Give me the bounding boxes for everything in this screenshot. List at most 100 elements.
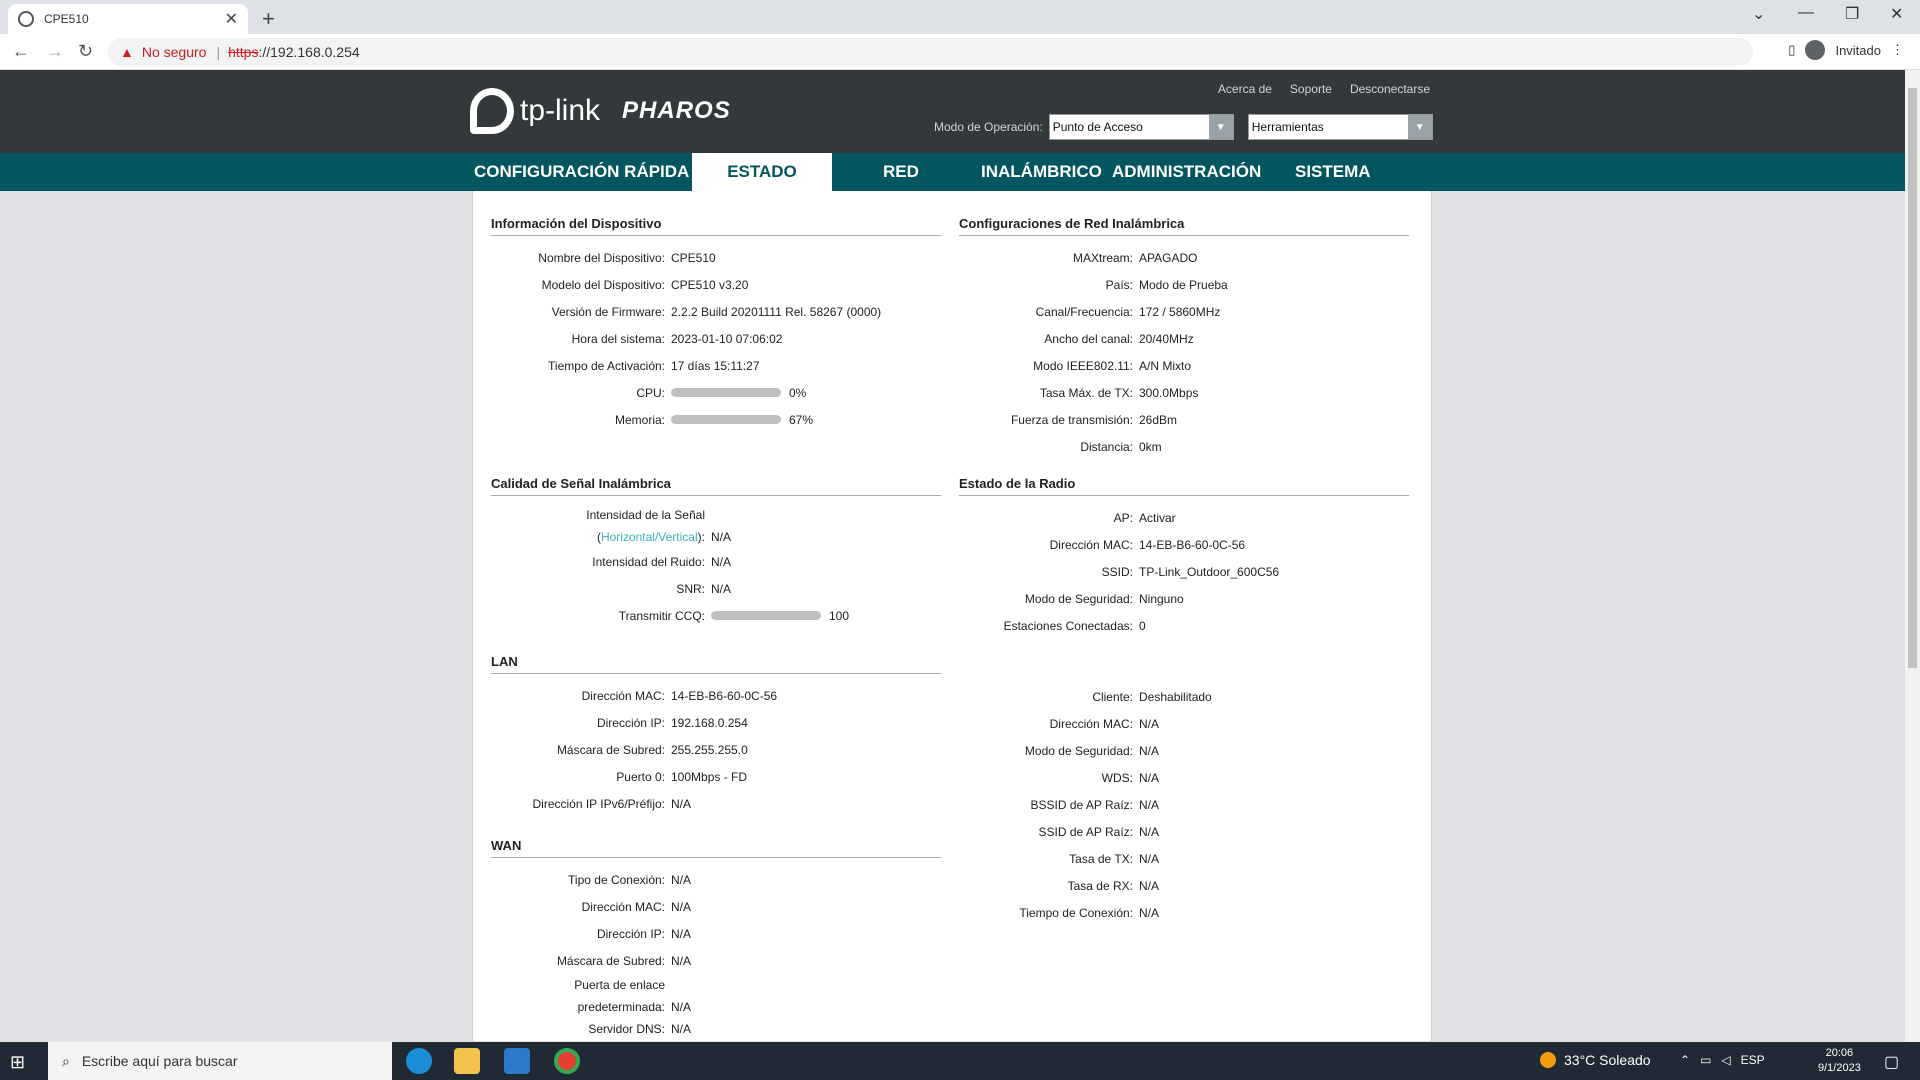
support-link[interactable]: Soporte bbox=[1290, 82, 1332, 96]
ccq-label: Transmitir CCQ: bbox=[618, 608, 705, 623]
browser-tab-bar: CPE510 ✕ + ⌄ — ❐ ✕ bbox=[0, 0, 1920, 34]
info-label: Versión de Firmware: bbox=[551, 304, 665, 319]
info-row: Puerto 0: 100Mbps - FD bbox=[491, 763, 941, 790]
tools-value: Herramientas bbox=[1251, 120, 1324, 134]
sidebar-icon[interactable]: ▯ bbox=[1788, 42, 1795, 58]
info-value: N/A bbox=[671, 926, 692, 941]
close-tab-icon[interactable]: ✕ bbox=[225, 9, 238, 29]
window-close-icon[interactable]: ✕ bbox=[1890, 4, 1903, 24]
clock-date: 9/1/2023 bbox=[1818, 1062, 1861, 1074]
paren-close: ): bbox=[697, 530, 705, 544]
info-row: AP: Activar bbox=[959, 504, 1409, 531]
info-row: BSSID de AP Raíz: N/A bbox=[959, 791, 1409, 818]
logout-link[interactable]: Desconectarse bbox=[1350, 82, 1430, 96]
info-row: Versión de Firmware: 2.2.2 Build 20201111… bbox=[491, 298, 941, 325]
info-row: Canal/Frecuencia: 172 / 5860MHz bbox=[959, 298, 1409, 325]
signal-row-top: Intensidad de la Señal bbox=[491, 504, 941, 526]
info-row: Hora del sistema: 2023-01-10 07:06:02 bbox=[491, 325, 941, 352]
profile-avatar-icon[interactable] bbox=[1805, 40, 1826, 60]
info-label: Tasa Máx. de TX: bbox=[1039, 385, 1133, 400]
nav-status[interactable]: ESTADO bbox=[692, 153, 832, 191]
scrollbar-thumb[interactable] bbox=[1908, 88, 1917, 668]
info-value: Activar bbox=[1139, 510, 1176, 525]
menu-icon[interactable]: ⋮ bbox=[1891, 42, 1904, 58]
file-explorer-icon[interactable] bbox=[454, 1048, 480, 1074]
info-value: N/A bbox=[671, 872, 692, 887]
info-label: Máscara de Subred: bbox=[556, 742, 665, 757]
chevron-up-icon[interactable]: ⌃ bbox=[1680, 1053, 1690, 1067]
reload-icon[interactable]: ↻ bbox=[78, 41, 93, 62]
volume-icon[interactable]: ◁ bbox=[1721, 1053, 1730, 1067]
dns-label: Servidor DNS: bbox=[588, 1022, 665, 1036]
info-row: Tiempo de Activación: 17 días 15:11:27 bbox=[491, 352, 941, 379]
info-row: Tasa Máx. de TX: 300.0Mbps bbox=[959, 379, 1409, 406]
info-label: Cliente: bbox=[1092, 689, 1133, 704]
info-label: Modelo del Dispositivo: bbox=[541, 277, 665, 292]
info-label: Estaciones Conectadas: bbox=[1003, 618, 1133, 633]
info-label: Tasa de RX: bbox=[1067, 878, 1133, 893]
browser-tab[interactable]: CPE510 ✕ bbox=[8, 4, 248, 34]
info-row: Tiempo de Conexión: N/A bbox=[959, 899, 1409, 926]
info-value: 17 días 15:11:27 bbox=[671, 358, 760, 373]
network-icon[interactable]: ▭ bbox=[1700, 1053, 1711, 1067]
info-value: 14-EB-B6-60-0C-56 bbox=[671, 688, 778, 703]
clock[interactable]: 20:06 9/1/2023 bbox=[1818, 1046, 1861, 1076]
weather-widget[interactable]: 33°C Soleado bbox=[1540, 1052, 1651, 1068]
info-value: N/A bbox=[671, 899, 692, 914]
info-label: Dirección MAC: bbox=[581, 899, 665, 914]
forward-icon[interactable]: → bbox=[46, 41, 64, 62]
info-value: 20/40MHz bbox=[1139, 331, 1194, 346]
info-label: Dirección MAC: bbox=[1049, 537, 1133, 552]
back-icon[interactable]: ← bbox=[12, 41, 30, 62]
notifications-icon[interactable]: ▢ bbox=[1884, 1052, 1899, 1072]
restore-icon[interactable]: ❐ bbox=[1845, 4, 1859, 24]
new-tab-icon[interactable]: + bbox=[262, 6, 275, 32]
nav-system[interactable]: SISTEMA bbox=[1295, 153, 1371, 191]
info-value: CPE510 bbox=[671, 250, 716, 265]
security-label[interactable]: No seguro bbox=[142, 44, 207, 60]
sun-icon bbox=[1540, 1052, 1556, 1068]
memory-row: Memoria: 67% bbox=[491, 406, 941, 433]
info-label: Hora del sistema: bbox=[571, 331, 665, 346]
info-label: WDS: bbox=[1101, 770, 1133, 785]
nav-network[interactable]: RED bbox=[883, 153, 919, 191]
info-row: Intensidad del Ruido: N/A bbox=[491, 548, 941, 575]
section-title: Calidad de Señal Inalámbrica bbox=[491, 476, 941, 496]
info-label: Dirección IP IPv6/Préfijo: bbox=[532, 796, 666, 811]
windows-start-icon[interactable]: ⊞ bbox=[10, 1052, 25, 1073]
language-indicator[interactable]: ESP bbox=[1741, 1053, 1765, 1067]
tab-search-icon[interactable]: ⌄ bbox=[1752, 4, 1765, 24]
dropdown-arrow-icon: ▼ bbox=[1407, 115, 1432, 139]
lan-section: LAN Dirección MAC: 14-EB-B6-60-0C-56 Direc… bbox=[491, 654, 941, 817]
tools-select[interactable]: Herramientas ▼ bbox=[1247, 114, 1433, 140]
nav-wireless[interactable]: INALÁMBRICO bbox=[981, 153, 1102, 191]
info-label: SSID de AP Raíz: bbox=[1038, 824, 1134, 839]
info-value: 26dBm bbox=[1139, 412, 1178, 427]
info-label: Nombre del Dispositivo: bbox=[538, 250, 665, 265]
info-label: Distancia: bbox=[1080, 439, 1133, 454]
about-link[interactable]: Acerca de bbox=[1218, 82, 1272, 96]
chrome-icon[interactable] bbox=[554, 1048, 580, 1074]
mail-icon[interactable] bbox=[504, 1048, 530, 1074]
info-label: Dirección MAC: bbox=[581, 688, 665, 703]
profile-label[interactable]: Invitado bbox=[1835, 43, 1881, 58]
section-title: WAN bbox=[491, 838, 941, 858]
edge-icon[interactable] bbox=[406, 1048, 432, 1074]
info-value: 300.0Mbps bbox=[1139, 385, 1199, 400]
minimize-icon[interactable]: — bbox=[1798, 4, 1814, 22]
horizontal-vertical-link[interactable]: Horizontal/Vertical bbox=[601, 530, 698, 544]
nav-management[interactable]: ADMINISTRACIÓN bbox=[1112, 153, 1261, 191]
system-tray: ⌃ ▭ ◁ ESP bbox=[1680, 1053, 1765, 1067]
taskbar-search[interactable]: ⌕ Escribe aquí para buscar bbox=[48, 1042, 392, 1080]
info-value: 100Mbps - FD bbox=[671, 769, 748, 784]
windows-taskbar: ⊞ ⌕ Escribe aquí para buscar 33°C Solead… bbox=[0, 1042, 1920, 1080]
search-icon: ⌕ bbox=[62, 1052, 70, 1069]
status-content: Información del Dispositivo Nombre del D… bbox=[472, 191, 1432, 1041]
address-bar[interactable]: ▲ No seguro | https ://192.168.0.254 bbox=[108, 38, 1753, 66]
info-label: SNR: bbox=[676, 581, 705, 596]
opmode-select[interactable]: Punto de Acceso ▼ bbox=[1048, 114, 1234, 140]
nav-quick-setup[interactable]: CONFIGURACIÓN RÁPIDA bbox=[474, 153, 689, 191]
memory-label: Memoria: bbox=[614, 412, 665, 427]
search-placeholder: Escribe aquí para buscar bbox=[81, 1053, 238, 1069]
page-scrollbar[interactable] bbox=[1905, 70, 1920, 1042]
